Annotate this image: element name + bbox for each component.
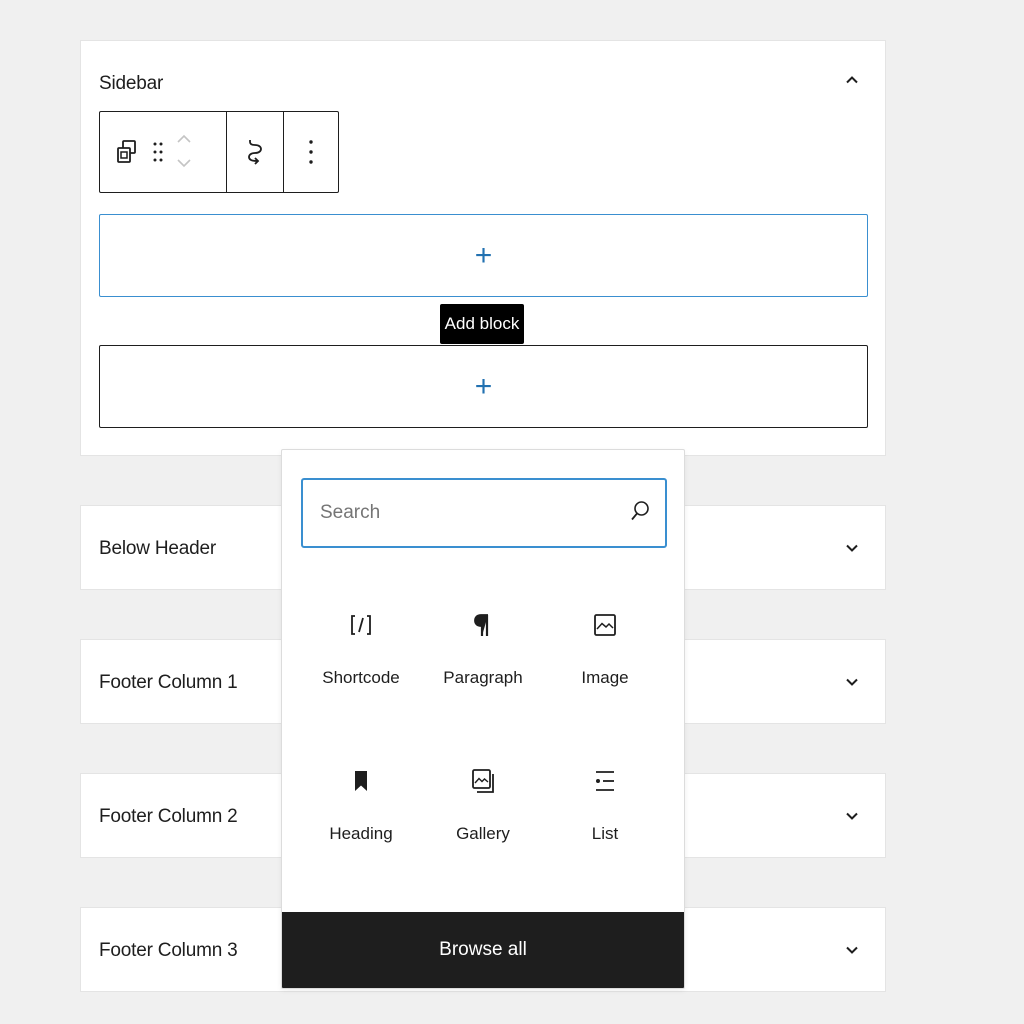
- heading-icon: [346, 766, 376, 796]
- block-movers: [176, 131, 192, 173]
- plus-icon: +: [474, 369, 493, 403]
- plus-icon: +: [474, 238, 493, 272]
- block-appender[interactable]: +: [99, 214, 868, 297]
- browse-all-button[interactable]: Browse all: [282, 912, 684, 988]
- list-icon: [590, 766, 620, 796]
- image-icon: [590, 610, 620, 640]
- drag-handle-icon[interactable]: [152, 139, 164, 165]
- paragraph-icon: [468, 610, 498, 640]
- widget-area-title[interactable]: Footer Column 2: [99, 806, 238, 828]
- shortcode-icon: [346, 610, 376, 640]
- chevron-down-icon[interactable]: [843, 539, 861, 557]
- block-item-label: Shortcode: [322, 668, 400, 687]
- block-types-list: Shortcode Paragraph Image Heading Galler…: [300, 590, 666, 870]
- gallery-icon: [468, 766, 498, 796]
- block-item-gallery[interactable]: Gallery: [422, 746, 544, 870]
- block-item-label: Paragraph: [443, 668, 523, 687]
- block-appender[interactable]: +: [99, 345, 868, 428]
- chevron-up-icon[interactable]: [843, 71, 861, 89]
- block-inserter-popover: Shortcode Paragraph Image: [281, 449, 685, 989]
- widget-area-title[interactable]: Sidebar: [99, 73, 163, 95]
- widget-area-sidebar: Sidebar + +: [80, 40, 886, 456]
- widget-area-title[interactable]: Footer Column 3: [99, 940, 238, 962]
- toolbar-group-more: [283, 112, 338, 192]
- transform-icon[interactable]: [243, 137, 267, 167]
- search-icon: [629, 499, 651, 528]
- chevron-down-icon[interactable]: [843, 807, 861, 825]
- move-up-icon[interactable]: [176, 131, 192, 149]
- widget-area-title[interactable]: Below Header: [99, 538, 216, 560]
- block-toolbar: [99, 111, 339, 193]
- widget-area-title[interactable]: Footer Column 1: [99, 672, 238, 694]
- search-input[interactable]: [320, 502, 629, 524]
- block-item-image[interactable]: Image: [544, 590, 666, 714]
- search-field[interactable]: [301, 478, 667, 548]
- add-block-tooltip: Add block: [440, 304, 524, 344]
- toolbar-group-transform: [226, 112, 283, 192]
- widget-block-icon[interactable]: [116, 139, 138, 165]
- block-item-label: Heading: [329, 824, 393, 843]
- block-item-label: Image: [581, 668, 629, 687]
- block-item-label: List: [591, 824, 619, 843]
- block-item-heading[interactable]: Heading: [300, 746, 422, 870]
- block-item-list[interactable]: List: [544, 746, 666, 870]
- chevron-down-icon[interactable]: [843, 673, 861, 691]
- block-item-shortcode[interactable]: Shortcode: [300, 590, 422, 714]
- toolbar-group-block: [100, 112, 226, 192]
- move-down-icon[interactable]: [176, 155, 192, 173]
- block-item-paragraph[interactable]: Paragraph: [422, 590, 544, 714]
- more-options-icon[interactable]: [308, 138, 314, 166]
- chevron-down-icon[interactable]: [843, 941, 861, 959]
- block-item-label: Gallery: [456, 824, 510, 843]
